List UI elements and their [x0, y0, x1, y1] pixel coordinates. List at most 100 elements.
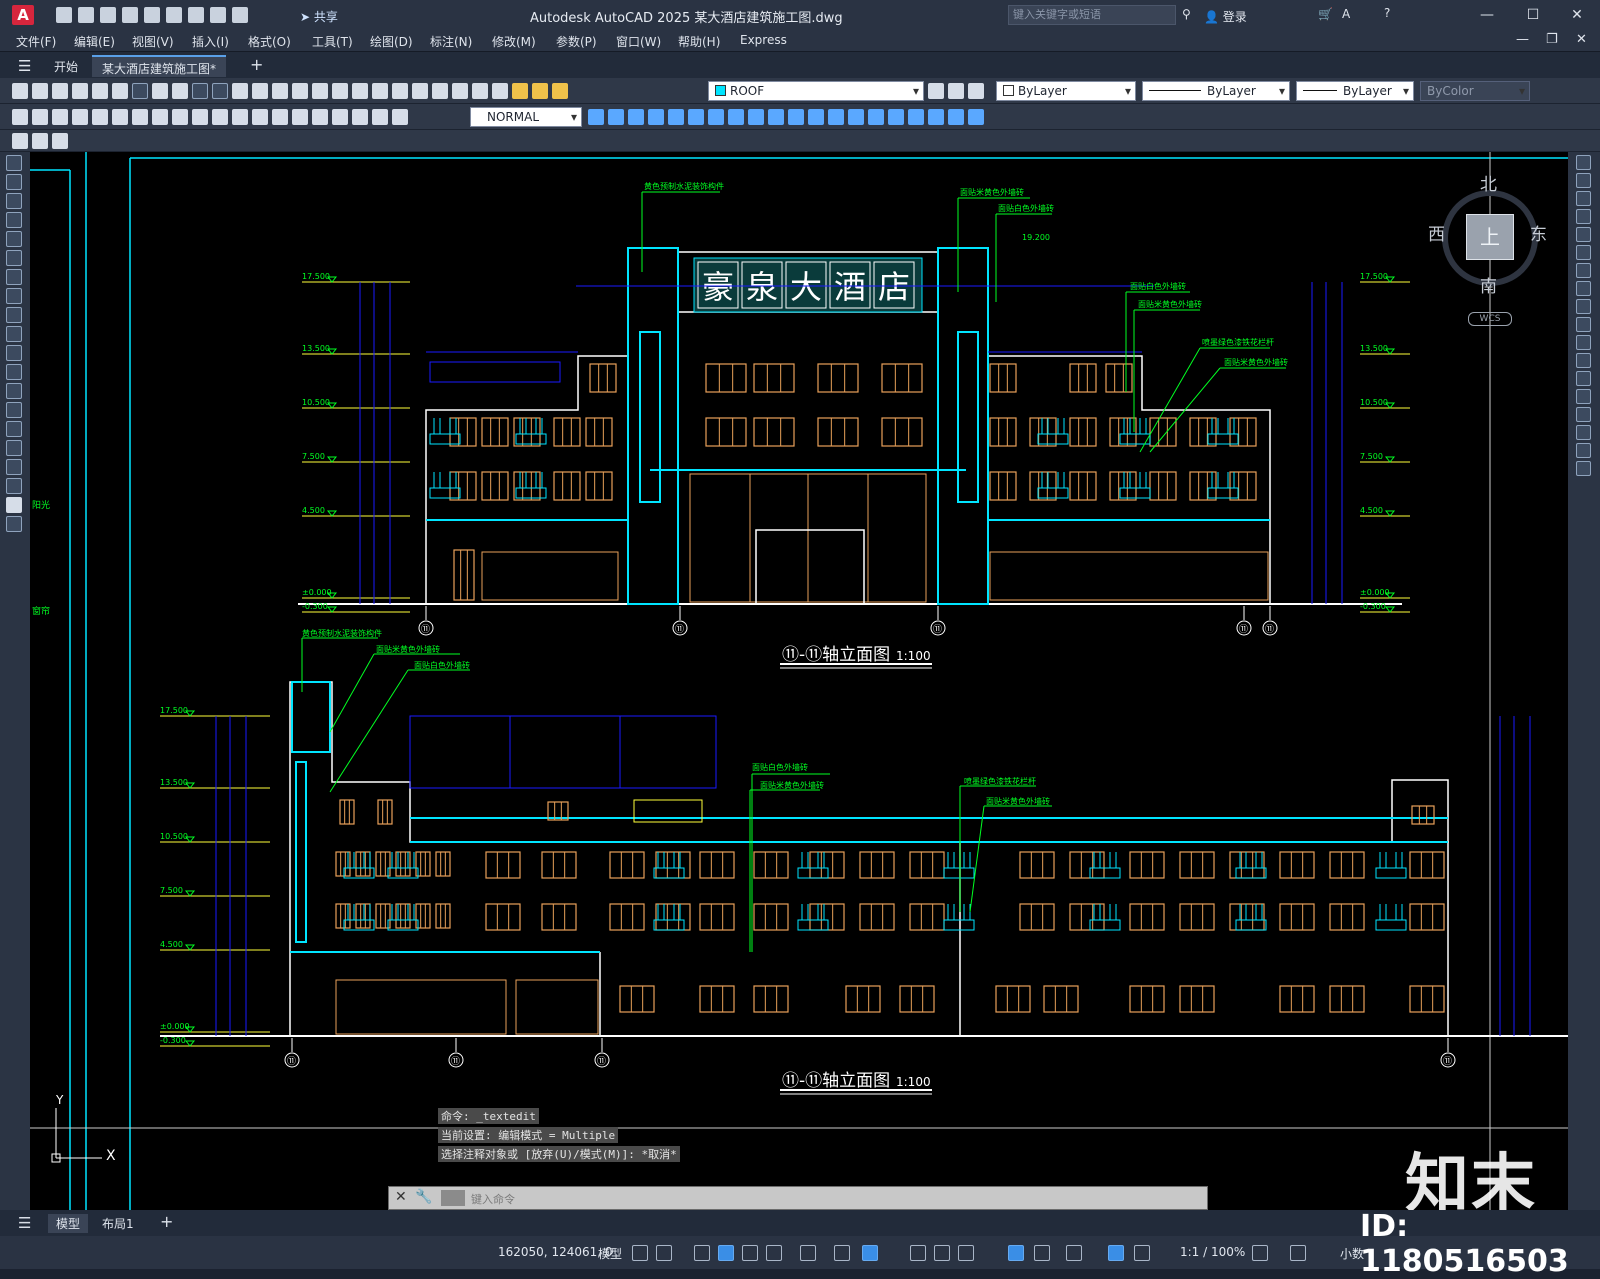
layer-on-icon[interactable]: [512, 83, 528, 99]
aligned-dim-icon[interactable]: [32, 109, 48, 125]
save-icon[interactable]: [122, 7, 138, 23]
menu-insert[interactable]: 插入(I): [192, 33, 229, 50]
move-icon[interactable]: [688, 109, 704, 125]
dim-style-icon[interactable]: [588, 109, 604, 125]
snap-icon[interactable]: [656, 1245, 672, 1261]
table-icon[interactable]: [6, 478, 22, 494]
redo-icon[interactable]: [252, 83, 268, 99]
autocad-logo-icon[interactable]: A: [12, 5, 34, 25]
paste-icon[interactable]: [172, 83, 188, 99]
viewcube-top-face[interactable]: 上: [1466, 214, 1514, 260]
layer-walk-icon[interactable]: [12, 133, 28, 149]
join-icon[interactable]: [1576, 389, 1591, 404]
tab-start[interactable]: 开始: [44, 55, 88, 77]
open-web-icon[interactable]: [100, 7, 116, 23]
make-block-icon[interactable]: [6, 383, 22, 399]
layer-states-icon[interactable]: [968, 83, 984, 99]
mirror-icon[interactable]: [628, 109, 644, 125]
recent-commands-icon[interactable]: [441, 1190, 465, 1206]
dim-text-edit-icon[interactable]: [372, 109, 388, 125]
angular-dim-icon[interactable]: [152, 109, 168, 125]
grid-icon[interactable]: [632, 1245, 648, 1261]
plot-icon[interactable]: [72, 83, 88, 99]
jogged-linear-icon[interactable]: [332, 109, 348, 125]
selection-cycling-icon[interactable]: [958, 1245, 974, 1261]
object-snap-tracking-icon[interactable]: [834, 1245, 850, 1261]
diameter-dim-icon[interactable]: [132, 109, 148, 125]
menu-parametric[interactable]: 参数(P): [556, 33, 597, 50]
rectangle-icon[interactable]: [6, 231, 22, 247]
dynamic-input-icon[interactable]: [718, 1245, 734, 1261]
dim-space-icon[interactable]: [232, 109, 248, 125]
publish-icon[interactable]: [112, 83, 128, 99]
redo-icon[interactable]: [232, 7, 248, 23]
quick-dim-icon[interactable]: [172, 109, 188, 125]
continue-dim-icon[interactable]: [212, 109, 228, 125]
tab-drawing[interactable]: 某大酒店建筑施工图*: [92, 55, 227, 77]
line-icon[interactable]: [6, 155, 22, 171]
move-icon[interactable]: [1576, 245, 1591, 260]
workspace-gear-icon[interactable]: [1252, 1245, 1268, 1261]
open-icon[interactable]: [32, 83, 48, 99]
array-icon[interactable]: [668, 109, 684, 125]
viewcube[interactable]: 北 南 东 西 上 WCS: [1420, 162, 1560, 332]
tab-model[interactable]: 模型: [48, 1214, 89, 1233]
ordinate-dim-icon[interactable]: [72, 109, 88, 125]
compass-west[interactable]: 西: [1428, 220, 1445, 245]
auto-scale-icon[interactable]: [1134, 1245, 1150, 1261]
calculator-icon[interactable]: [452, 83, 468, 99]
extend-icon[interactable]: [788, 109, 804, 125]
join-icon[interactable]: [828, 109, 844, 125]
search-icon[interactable]: ⚲: [1182, 7, 1191, 21]
annotation-monitor-icon[interactable]: [1290, 1245, 1306, 1261]
selection-filter-icon[interactable]: [1066, 1245, 1082, 1261]
fillet-icon[interactable]: [868, 109, 884, 125]
ortho-icon[interactable]: [742, 1245, 758, 1261]
point-icon[interactable]: [6, 402, 22, 418]
inspection-icon[interactable]: [312, 109, 328, 125]
menu-edit[interactable]: 编辑(E): [74, 33, 115, 50]
tolerance-icon[interactable]: [272, 109, 288, 125]
linetype-dropdown[interactable]: ByLayer: [1142, 81, 1290, 101]
layer-merge-icon[interactable]: [52, 133, 68, 149]
doc-restore-button[interactable]: ❐: [1546, 32, 1558, 47]
polygon-icon[interactable]: [6, 212, 22, 228]
ellipse-icon[interactable]: [6, 326, 22, 342]
lineweight-dropdown[interactable]: ByLayer: [1296, 81, 1414, 101]
offset-icon[interactable]: [1576, 209, 1591, 224]
menu-tools[interactable]: 工具(T): [312, 33, 353, 50]
radius-dim-icon[interactable]: [92, 109, 108, 125]
layer-properties-icon[interactable]: [492, 83, 508, 99]
save-icon[interactable]: [52, 83, 68, 99]
revcloud-icon[interactable]: [6, 288, 22, 304]
preview-icon[interactable]: [92, 83, 108, 99]
annotation-scale[interactable]: 1:1 / 100%: [1180, 1245, 1245, 1259]
undo-icon[interactable]: [210, 7, 226, 23]
arc-icon[interactable]: [6, 250, 22, 266]
erase-icon[interactable]: [1576, 155, 1591, 170]
zoom-previous-icon[interactable]: [332, 83, 348, 99]
menu-help[interactable]: 帮助(H): [678, 33, 720, 50]
hamburger-menu-icon[interactable]: ☰: [18, 57, 31, 75]
customize-icon[interactable]: 🔧: [415, 1189, 432, 1205]
scale-icon[interactable]: [1576, 281, 1591, 296]
copy-icon[interactable]: [1576, 173, 1591, 188]
match-properties-icon[interactable]: [192, 83, 208, 99]
print-icon[interactable]: [188, 7, 204, 23]
add-layout-button[interactable]: +: [152, 1211, 181, 1232]
cart-icon[interactable]: 🛒: [1318, 7, 1333, 21]
break-icon[interactable]: [1576, 371, 1591, 386]
spline-icon[interactable]: [6, 307, 22, 323]
fillet-icon[interactable]: [1576, 425, 1591, 440]
sheet-set-icon[interactable]: [412, 83, 428, 99]
model-space-toggle[interactable]: 模型: [598, 1245, 622, 1262]
layer-iso-icon[interactable]: [32, 133, 48, 149]
drawing-canvas[interactable]: 阳光 窗帘 豪 泉 大 酒 店 17.500 13.500 10.500 7.5…: [30, 152, 1568, 1210]
close-button[interactable]: ✕: [1560, 4, 1594, 26]
menu-draw[interactable]: 绘图(D): [370, 33, 413, 50]
transparency-icon[interactable]: [934, 1245, 950, 1261]
properties-icon[interactable]: [352, 83, 368, 99]
block-editor-icon[interactable]: [212, 83, 228, 99]
hatch-icon[interactable]: [6, 421, 22, 437]
new-icon[interactable]: [12, 83, 28, 99]
